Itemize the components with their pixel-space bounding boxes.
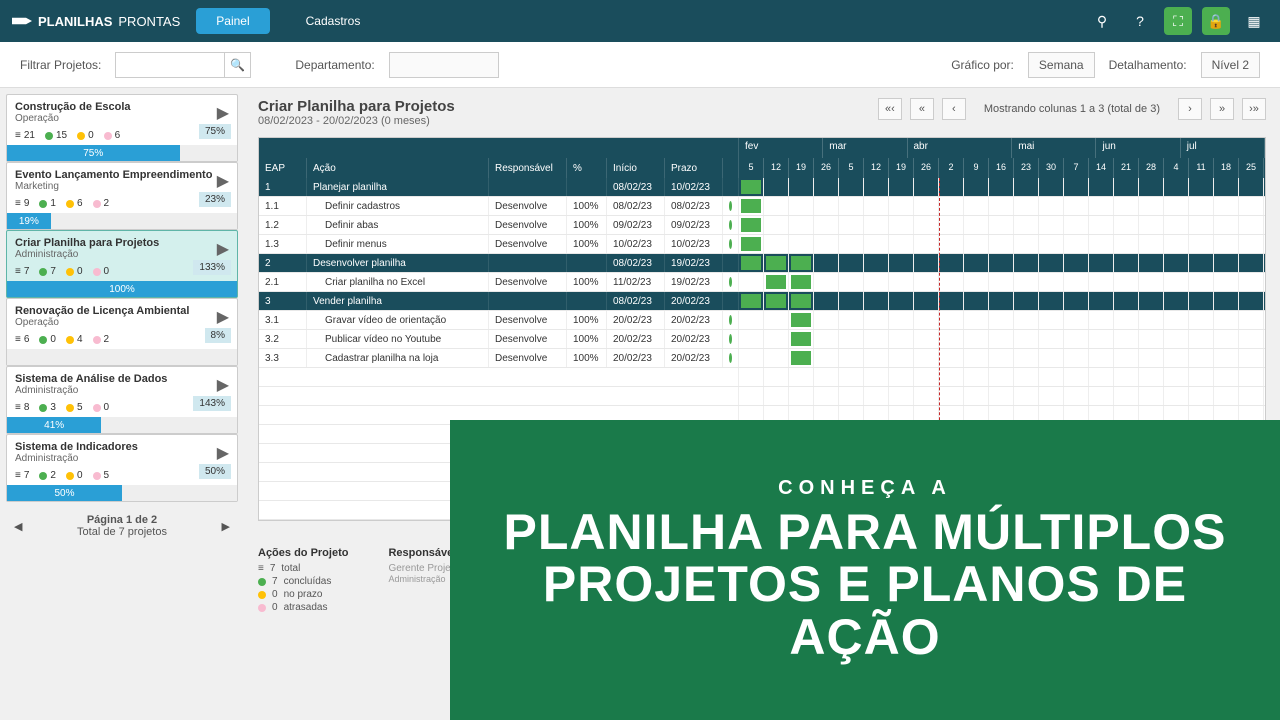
gantt-prev[interactable]: ‹: [942, 98, 966, 120]
overlay-title: PLANILHA PARA MÚLTIPLOS PROJETOS E PLANO…: [470, 506, 1260, 664]
project-card-title: Criar Planilha para Projetos: [15, 237, 229, 249]
project-card-title: Sistema de Análise de Dados: [15, 373, 229, 385]
gantt-row[interactable]: 2.1 Criar planilha no Excel Desenvolve 1…: [259, 273, 739, 292]
project-card-dept: Operação: [15, 113, 229, 124]
col-acao: Ação: [307, 158, 489, 178]
gantt-row[interactable]: 1 Planejar planilha 08/02/23 10/02/23: [259, 178, 739, 197]
gantt-controls: «‹ « ‹ Mostrando colunas 1 a 3 (total de…: [878, 98, 1266, 120]
check-icon: [729, 201, 732, 211]
project-card-dept: Administração: [15, 385, 229, 396]
promo-overlay: CONHEÇA A PLANILHA PARA MÚLTIPLOS PROJET…: [450, 420, 1280, 720]
project-card[interactable]: Evento Lançamento Empreendimento Marketi…: [6, 162, 238, 230]
col-prazo: Prazo: [665, 158, 723, 178]
gantt-row[interactable]: 1.3 Definir menus Desenvolve 100% 10/02/…: [259, 235, 739, 254]
project-pct-badge: 23%: [199, 192, 231, 207]
gantt-row[interactable]: 3.3 Cadastrar planilha na loja Desenvolv…: [259, 349, 739, 368]
gantt-row[interactable]: [259, 387, 739, 406]
detalhamento-label: Detalhamento:: [1109, 58, 1187, 72]
nav-cadastros[interactable]: Cadastros: [286, 8, 381, 34]
gantt-first[interactable]: «‹: [878, 98, 902, 120]
project-card-dept: Administração: [15, 249, 229, 260]
gantt-row[interactable]: 3 Vender planilha 08/02/23 20/02/23: [259, 292, 739, 311]
columns-info: Mostrando colunas 1 a 3 (total de 3): [984, 103, 1160, 115]
project-card-title: Evento Lançamento Empreendimento: [15, 169, 229, 181]
project-card[interactable]: Sistema de Análise de Dados Administraçã…: [6, 366, 238, 434]
pager-prev[interactable]: ◀: [14, 520, 22, 533]
play-icon[interactable]: ▶: [217, 171, 229, 191]
gantt-next-page[interactable]: »: [1210, 98, 1234, 120]
check-icon: [729, 353, 732, 363]
filter-projects-label: Filtrar Projetos:: [20, 58, 101, 72]
project-card[interactable]: Renovação de Licença Ambiental Operação …: [6, 298, 238, 366]
lock-icon[interactable]: 🔒: [1202, 7, 1230, 35]
filter-projects-input[interactable]: [115, 52, 225, 78]
app-header: PLANILHASPRONTAS Painel Cadastros ⚲ ? ⛶ …: [0, 0, 1280, 42]
gantt-next[interactable]: ›: [1178, 98, 1202, 120]
project-card-dept: Marketing: [15, 181, 229, 192]
logo-icon: [12, 13, 32, 29]
check-icon: [729, 220, 732, 230]
filter-bar: Filtrar Projetos: 🔍 Departamento: Gráfic…: [0, 42, 1280, 88]
project-pct-badge: 8%: [205, 328, 231, 343]
grafico-select[interactable]: Semana: [1028, 52, 1095, 78]
pager-next[interactable]: ▶: [222, 520, 230, 533]
project-card-dept: Administração: [15, 453, 229, 464]
check-icon: [729, 277, 732, 287]
gantt-prev-page[interactable]: «: [910, 98, 934, 120]
project-card[interactable]: Sistema de Indicadores Administração ▶ ≡…: [6, 434, 238, 502]
project-pct-badge: 133%: [193, 260, 231, 275]
project-pct-badge: 50%: [199, 464, 231, 479]
grafico-label: Gráfico por:: [951, 58, 1014, 72]
project-sidebar: Construção de Escola Operação ▶ ≡ 21 15 …: [0, 88, 244, 720]
grid-icon[interactable]: ▦: [1240, 7, 1268, 35]
project-card-dept: Operação: [15, 317, 229, 328]
gantt-row[interactable]: 3.1 Gravar vídeo de orientação Desenvolv…: [259, 311, 739, 330]
pager-total: Total de 7 projetos: [22, 526, 221, 538]
project-pct-badge: 143%: [193, 396, 231, 411]
acoes-title: Ações do Projeto: [258, 547, 348, 559]
detalhamento-select[interactable]: Nível 2: [1201, 52, 1260, 78]
search-icon[interactable]: 🔍: [225, 52, 251, 78]
play-icon[interactable]: ▶: [217, 375, 229, 395]
department-select[interactable]: [389, 52, 499, 78]
check-icon: [729, 334, 732, 344]
play-icon[interactable]: ▶: [217, 307, 229, 327]
project-card-title: Renovação de Licença Ambiental: [15, 305, 229, 317]
expand-icon[interactable]: ⛶: [1164, 7, 1192, 35]
share-icon[interactable]: ⚲: [1088, 7, 1116, 35]
play-icon[interactable]: ▶: [217, 443, 229, 463]
gantt-row[interactable]: 2 Desenvolver planilha 08/02/23 19/02/23: [259, 254, 739, 273]
project-pct-badge: 75%: [199, 124, 231, 139]
brand-text-1: PLANILHAS: [38, 14, 112, 29]
col-resp: Responsável: [489, 158, 567, 178]
col-pct: %: [567, 158, 607, 178]
brand-text-2: PRONTAS: [118, 14, 180, 29]
gantt-row[interactable]: 1.1 Definir cadastros Desenvolve 100% 08…: [259, 197, 739, 216]
project-card-title: Construção de Escola: [15, 101, 229, 113]
gantt-row[interactable]: [259, 368, 739, 387]
col-eap: EAP: [259, 158, 307, 178]
play-icon[interactable]: ▶: [217, 103, 229, 123]
gantt-row[interactable]: 3.2 Publicar vídeo no Youtube Desenvolve…: [259, 330, 739, 349]
nav-painel[interactable]: Painel: [196, 8, 269, 34]
col-inicio: Início: [607, 158, 665, 178]
play-icon[interactable]: ▶: [217, 239, 229, 259]
check-icon: [729, 315, 732, 325]
help-icon[interactable]: ?: [1126, 7, 1154, 35]
gantt-row[interactable]: 1.2 Definir abas Desenvolve 100% 09/02/2…: [259, 216, 739, 235]
check-icon: [729, 239, 732, 249]
project-card[interactable]: Criar Planilha para Projetos Administraç…: [6, 230, 238, 298]
pager-page: Página 1 de 2: [22, 514, 221, 526]
overlay-subtitle: CONHEÇA A: [778, 477, 952, 500]
project-card-title: Sistema de Indicadores: [15, 441, 229, 453]
project-card[interactable]: Construção de Escola Operação ▶ ≡ 21 15 …: [6, 94, 238, 162]
department-label: Departamento:: [295, 58, 374, 72]
pager: ◀ Página 1 de 2 Total de 7 projetos ▶: [6, 506, 238, 546]
gantt-last[interactable]: ›»: [1242, 98, 1266, 120]
brand-logo: PLANILHAS PRONTAS: [12, 13, 180, 29]
